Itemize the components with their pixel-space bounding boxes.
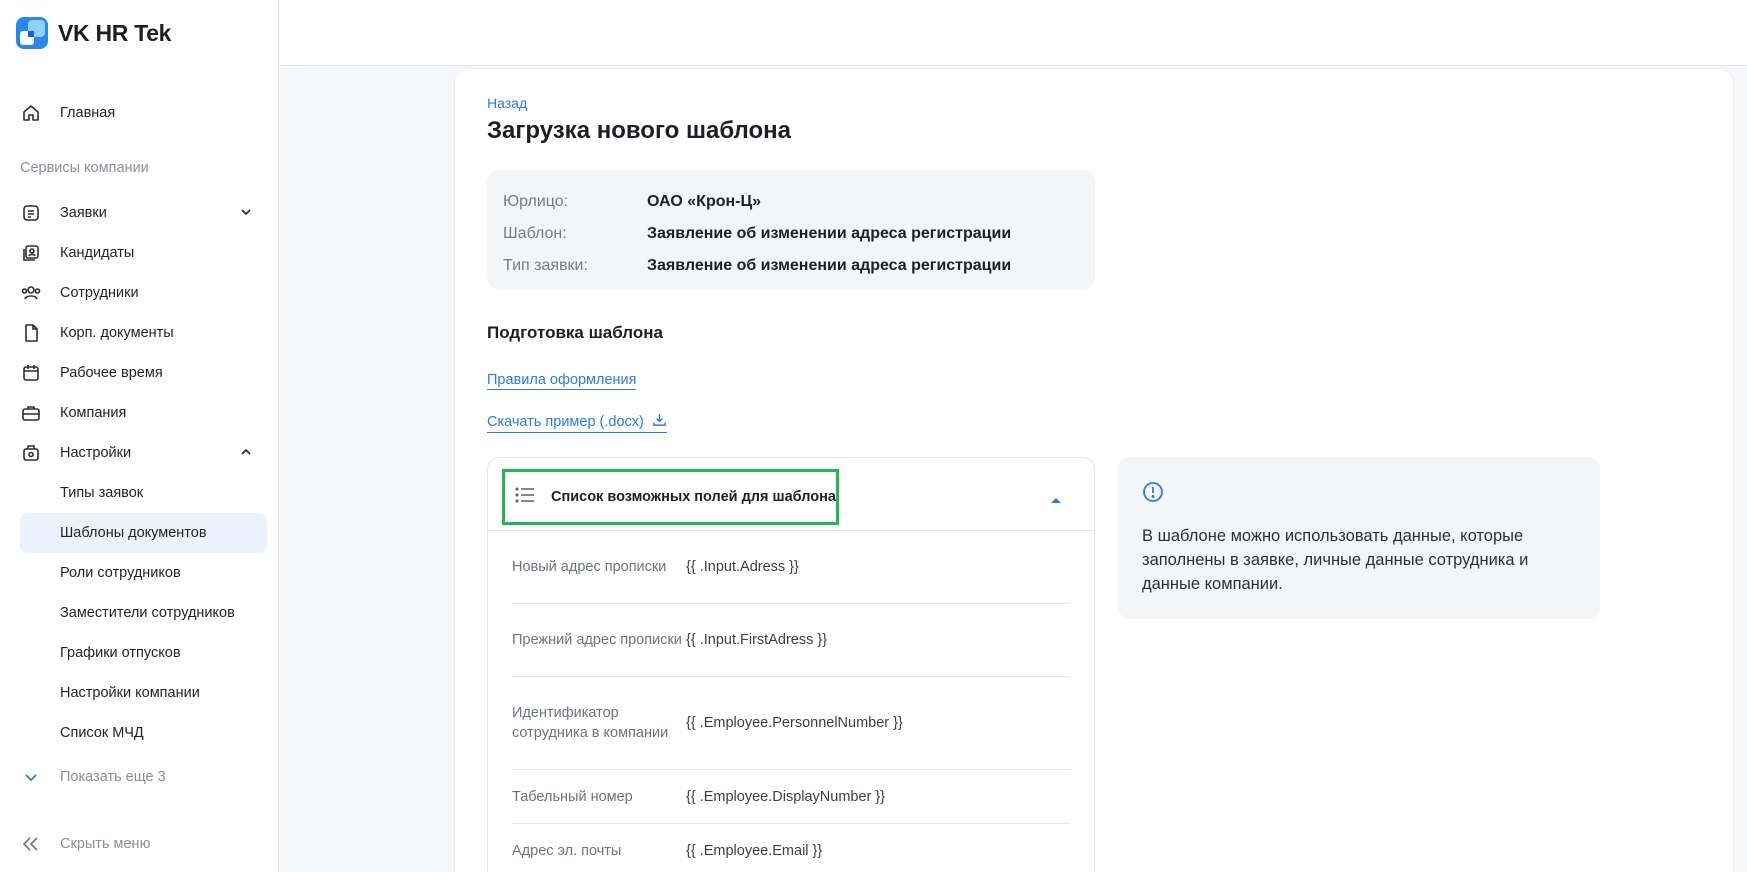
sidebar-item-candidates[interactable]: Кандидаты — [20, 236, 266, 270]
info-key: Шаблон: — [503, 225, 567, 242]
caret-up-icon[interactable] — [1050, 491, 1062, 509]
field-value: {{ .Employee.DisplayNumber }} — [686, 788, 886, 805]
sidebar-item-settings[interactable]: Настройки — [20, 436, 266, 470]
field-value: {{ .Input.Adress }} — [686, 559, 799, 575]
employees-icon — [20, 282, 42, 304]
candidates-icon — [20, 242, 42, 264]
sidebar-item-work-time[interactable]: Рабочее время — [20, 356, 266, 390]
chevron-up-icon[interactable] — [238, 444, 254, 464]
back-link[interactable]: Назад — [487, 95, 527, 111]
info-value: Заявление об изменении адреса регистраци… — [647, 257, 1012, 274]
download-link-label: Скачать пример (.docx) — [487, 413, 644, 430]
show-more-label: Показать еще 3 — [60, 769, 166, 785]
list-icon — [515, 486, 535, 509]
show-more-button[interactable]: Показать еще 3 — [20, 760, 266, 794]
field-name: Новый адрес прописки — [512, 559, 667, 575]
fields-accordion-title: Список возможных полей для шаблона — [551, 489, 836, 505]
fields-accordion-header[interactable]: Список возможных полей для шаблона — [488, 458, 1094, 531]
field-row: Адрес эл. почты {{ .Employee.Email }} — [512, 824, 1070, 872]
sidebar-item-label: Рабочее время — [60, 365, 163, 381]
double-chevron-left-icon — [20, 833, 42, 855]
top-bar — [280, 0, 1747, 66]
info-value: ОАО «Крон-Ц» — [647, 193, 762, 210]
sidebar-subitem-request-types[interactable]: Типы заявок — [20, 473, 267, 513]
download-example-link[interactable]: Скачать пример (.docx) — [487, 412, 667, 433]
section-label: Сервисы компании — [20, 160, 149, 176]
sidebar-item-employees[interactable]: Сотрудники — [20, 276, 266, 310]
sidebar-subitem-company-settings[interactable]: Настройки компании — [20, 673, 267, 713]
field-name: Прежний адрес прописки — [512, 632, 682, 648]
field-name: Идентификатор сотрудника в компании — [512, 705, 669, 741]
sidebar-item-label: Сотрудники — [60, 285, 139, 301]
settings-icon — [20, 442, 42, 464]
sidebar-item-label: Настройки — [60, 445, 132, 461]
content-card: Назад Загрузка нового шаблона Юрлицо: ОА… — [454, 68, 1734, 872]
sidebar-subitem-vacation-schedules[interactable]: Графики отпусков — [20, 633, 267, 673]
fields-accordion: Список возможных полей для шаблона Новый… — [487, 457, 1095, 872]
sidebar-item-label: Кандидаты — [60, 245, 135, 261]
sidebar-item-company[interactable]: Компания — [20, 396, 266, 430]
hide-menu-label: Скрыть меню — [60, 836, 151, 852]
info-row-request-type: Тип заявки: Заявление об изменении адрес… — [503, 250, 1079, 282]
hint-box: В шаблоне можно использовать данные, кот… — [1118, 457, 1600, 619]
field-value: {{ .Employee.Email }} — [686, 842, 823, 859]
requests-icon — [20, 202, 42, 224]
sidebar-item-label: Корп. документы — [60, 325, 174, 341]
hint-text: В шаблоне можно использовать данные, кот… — [1142, 527, 1529, 593]
sidebar-item-documents[interactable]: Корп. документы — [20, 316, 266, 350]
chevron-down-icon[interactable] — [238, 204, 254, 224]
sidebar-item-label: Компания — [60, 405, 127, 421]
info-row-template: Шаблон: Заявление об изменении адреса ре… — [503, 218, 1079, 250]
field-value: {{ .Input.FirstAdress }} — [686, 632, 828, 648]
logo[interactable]: VK HR Tek — [16, 17, 171, 49]
sidebar-subitem-mchd-list[interactable]: Список МЧД — [20, 713, 267, 753]
template-info-box: Юрлицо: ОАО «Крон-Ц» Шаблон: Заявление о… — [487, 170, 1095, 289]
logo-icon — [16, 17, 48, 49]
sidebar: VK HR Tek Главная Сервисы компании Заявк… — [0, 0, 279, 872]
field-row: Идентификатор сотрудника в компании {{ .… — [512, 677, 1070, 770]
field-value: {{ .Employee.PersonnelNumber }} — [686, 715, 903, 731]
fields-header-highlight: Список возможных полей для шаблона — [502, 469, 839, 525]
briefcase-icon — [20, 402, 42, 424]
sidebar-item-label: Заявки — [60, 205, 107, 221]
field-name: Табельный номер — [512, 788, 633, 805]
sidebar-item-requests[interactable]: Заявки — [20, 196, 266, 230]
sidebar-item-home[interactable]: Главная — [20, 96, 266, 130]
field-row: Прежний адрес прописки {{ .Input.FirstAd… — [512, 604, 1070, 677]
sidebar-subitem-deputies[interactable]: Заместители сотрудников — [20, 593, 267, 633]
info-key: Юрлицо: — [503, 193, 569, 210]
info-key: Тип заявки: — [503, 257, 588, 274]
home-icon — [20, 102, 42, 124]
hide-menu-button[interactable]: Скрыть меню — [20, 827, 266, 861]
section-title: Подготовка шаблона — [487, 323, 663, 342]
app-name: VK HR Tek — [58, 19, 172, 46]
sidebar-item-label: Главная — [60, 105, 116, 121]
field-row: Новый адрес прописки {{ .Input.Adress }} — [512, 531, 1070, 604]
documents-icon — [20, 322, 42, 344]
chevron-down-icon — [20, 766, 42, 788]
field-row: Табельный номер {{ .Employee.DisplayNumb… — [512, 770, 1070, 824]
download-icon — [652, 412, 667, 431]
calendar-icon — [20, 362, 42, 384]
info-row-legal-entity: Юрлицо: ОАО «Крон-Ц» — [503, 186, 1079, 218]
sidebar-subitem-employee-roles[interactable]: Роли сотрудников — [20, 553, 267, 593]
rules-link-label: Правила оформления — [487, 372, 637, 388]
rules-link[interactable]: Правила оформления — [487, 372, 637, 390]
page-title: Загрузка нового шаблона — [487, 117, 791, 144]
field-name: Адрес эл. почты — [512, 842, 622, 859]
info-icon — [1142, 482, 1164, 507]
info-value: Заявление об изменении адреса регистраци… — [647, 225, 1012, 242]
sidebar-subitem-document-templates[interactable]: Шаблоны документов — [20, 513, 267, 553]
